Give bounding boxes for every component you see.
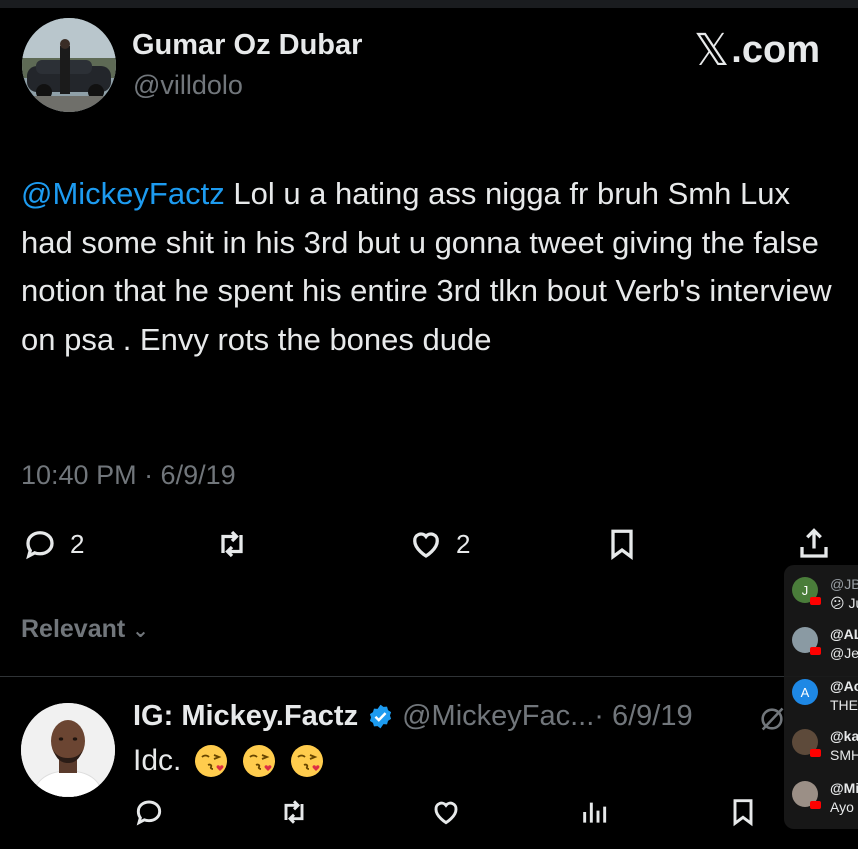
bookmark-icon	[611, 529, 633, 561]
retweet-button[interactable]	[214, 526, 250, 562]
chat-text: @Je	[830, 645, 858, 661]
chat-avatar	[792, 729, 821, 757]
bookmark-icon	[733, 799, 753, 827]
author-handle[interactable]: @villdolo	[133, 70, 243, 101]
chat-username: @Mi	[830, 780, 858, 796]
divider	[0, 676, 858, 677]
reply-body: Idc.	[133, 743, 325, 779]
top-strip	[0, 0, 858, 8]
reply-action-bar	[0, 794, 858, 838]
reply-date[interactable]: · 6/9/19	[594, 700, 692, 733]
reply-button[interactable]: 2	[22, 526, 84, 562]
chat-text: 😕 Ju	[830, 595, 858, 611]
retweet-icon	[221, 530, 243, 558]
chat-text: THE	[830, 697, 858, 713]
bookmark-button[interactable]	[604, 526, 640, 562]
live-chat-overlay: J @JB 😕 Ju @AL @Je A @Ac THE @ka SMH @Mi…	[784, 565, 858, 829]
sort-replies-dropdown[interactable]: Relevant ⌄	[21, 615, 149, 644]
like-count: 2	[456, 528, 471, 559]
reply-header: IG: Mickey.Factz @MickeyFac... · 6/9/19	[133, 700, 693, 733]
chat-text: Ayo	[830, 799, 854, 815]
share-icon	[800, 528, 828, 558]
sort-label: Relevant	[21, 615, 126, 643]
like-icon	[434, 801, 458, 825]
mention-link[interactable]: @MickeyFactz	[21, 176, 225, 211]
chat-username: @JB	[830, 576, 858, 592]
reply-like-button[interactable]	[430, 796, 462, 828]
chat-username: @ka	[830, 728, 858, 744]
grok-icon[interactable]	[758, 705, 786, 733]
chat-message[interactable]: @AL @Je	[792, 623, 858, 663]
brand-suffix: .com	[731, 29, 820, 71]
reply-icon	[136, 800, 162, 826]
chat-avatar	[792, 627, 821, 655]
reply-icon	[26, 531, 54, 560]
tweet-body: @MickeyFactz Lol u a hating ass nigga fr…	[21, 170, 841, 364]
views-icon	[583, 802, 607, 823]
verified-badge-icon	[370, 704, 392, 729]
like-icon	[413, 532, 439, 558]
chat-message[interactable]: @Mi Ayo	[792, 777, 858, 817]
chat-username: @AL	[830, 626, 858, 642]
retweet-icon	[284, 800, 304, 824]
chat-avatar: J	[792, 577, 821, 605]
like-button[interactable]: 2	[408, 526, 470, 562]
reply-text: Idc.	[133, 744, 182, 777]
reply-retweet-button[interactable]	[278, 796, 310, 828]
reply-handle[interactable]: @MickeyFac...	[402, 700, 594, 733]
kiss-face-emoji-icon	[195, 745, 228, 777]
chevron-down-icon: ⌄	[132, 620, 149, 642]
chat-avatar	[792, 781, 821, 809]
reply-reply-button[interactable]	[133, 796, 165, 828]
chat-message[interactable]: A @Ac THE	[792, 675, 858, 715]
reply-avatar[interactable]	[21, 703, 115, 797]
kiss-face-emoji-icon	[243, 745, 276, 777]
reply-author-name[interactable]: IG: Mickey.Factz	[133, 700, 358, 733]
chat-avatar: A	[792, 679, 818, 705]
kiss-face-emoji-icon	[291, 745, 324, 777]
screenshot-frame: Gumar Oz Dubar @villdolo 𝕏 .com @MickeyF…	[0, 0, 858, 849]
reply-count: 2	[70, 528, 85, 559]
tweet-action-bar: 2 2	[0, 524, 858, 568]
x-com-watermark: 𝕏 .com	[694, 25, 820, 76]
x-logo-icon: 𝕏	[693, 26, 730, 75]
author-name[interactable]: Gumar Oz Dubar	[132, 29, 362, 62]
chat-message[interactable]: @ka SMH	[792, 725, 858, 765]
tweet-timestamp[interactable]: 10:40 PM · 6/9/19	[21, 460, 236, 491]
chat-message[interactable]: J @JB 😕 Ju	[792, 573, 858, 613]
chat-username: @Ac	[830, 678, 858, 694]
author-avatar[interactable]	[22, 18, 116, 112]
reply-views-button[interactable]	[578, 796, 610, 828]
chat-text: SMH	[830, 747, 858, 763]
reply-bookmark-button[interactable]	[727, 796, 759, 828]
share-button[interactable]	[796, 526, 832, 562]
